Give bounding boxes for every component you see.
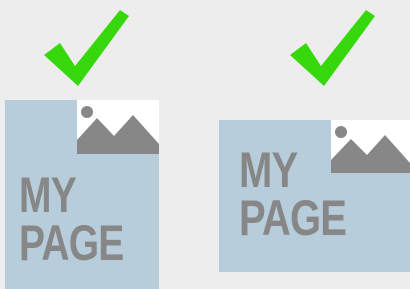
page-label-line-1: MY xyxy=(19,167,77,223)
check-icon xyxy=(286,8,376,88)
page-label-line-1: MY xyxy=(239,142,298,198)
page-label: MY PAGE xyxy=(239,142,347,246)
image-placeholder-icon xyxy=(77,100,159,154)
portrait-page: MY PAGE xyxy=(5,100,159,289)
landscape-page: MY PAGE xyxy=(219,120,410,272)
page-label-line-2: PAGE xyxy=(239,189,347,246)
page-label: MY PAGE xyxy=(19,167,124,271)
page-label-line-2: PAGE xyxy=(19,214,124,271)
check-icon xyxy=(40,8,130,88)
